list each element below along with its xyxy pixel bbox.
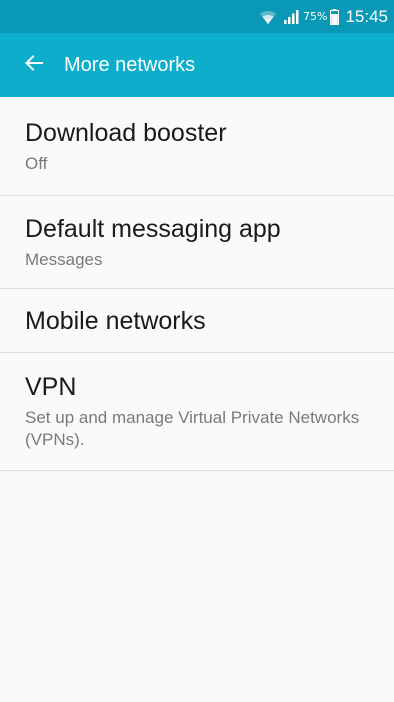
- setting-download-booster[interactable]: Download booster Off: [0, 97, 394, 196]
- setting-title: Default messaging app: [25, 214, 281, 243]
- battery-percent: 75%: [303, 10, 328, 23]
- wifi-icon: [259, 9, 277, 25]
- battery-icon: [330, 8, 340, 25]
- settings-list: Download booster Off Default messaging a…: [0, 97, 394, 471]
- setting-subtitle: Off: [25, 153, 48, 173]
- arrow-left-icon: [24, 53, 44, 77]
- setting-subtitle: Messages: [25, 249, 103, 269]
- setting-subtitle: Set up and manage Virtual Private Networ…: [25, 408, 360, 449]
- setting-vpn[interactable]: VPN Set up and manage Virtual Private Ne…: [0, 353, 394, 471]
- signal-icon: [283, 9, 299, 25]
- clock: 15:45: [345, 6, 388, 26]
- screen: 75% 15:45 More networks Download booster…: [0, 0, 394, 702]
- app-bar: More networks: [0, 33, 394, 97]
- setting-title: Download booster: [25, 118, 227, 147]
- setting-title: VPN: [25, 373, 77, 401]
- back-button[interactable]: [20, 51, 48, 79]
- setting-title: Mobile networks: [25, 306, 206, 335]
- setting-default-messaging-app[interactable]: Default messaging app Messages: [0, 196, 394, 289]
- status-bar: 75% 15:45: [0, 0, 394, 33]
- page-title: More networks: [64, 53, 196, 76]
- setting-mobile-networks[interactable]: Mobile networks: [0, 289, 394, 353]
